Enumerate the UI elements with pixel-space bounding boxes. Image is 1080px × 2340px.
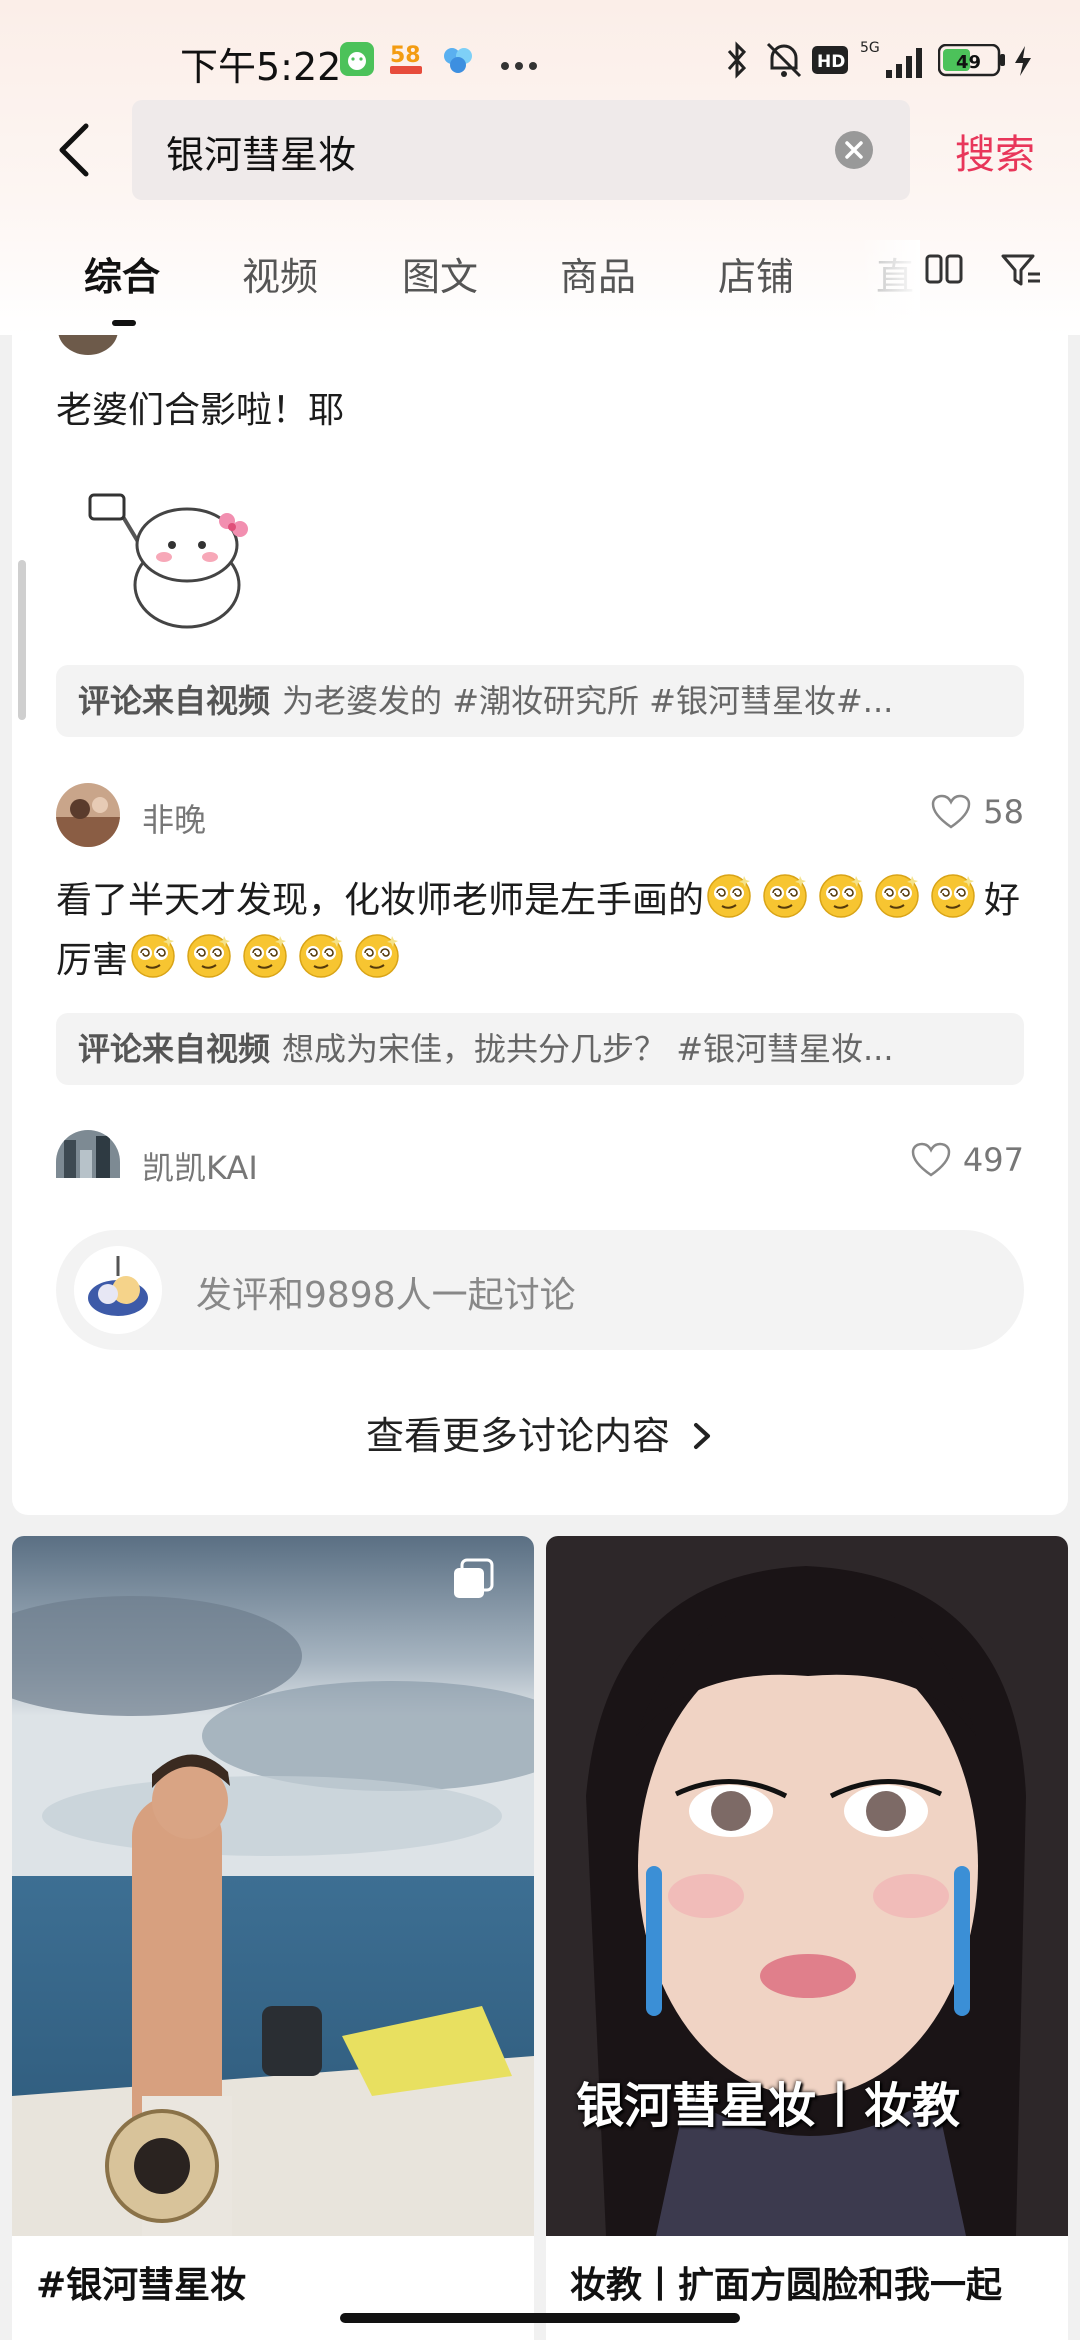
my-avatar xyxy=(74,1246,162,1334)
post-cover-image: 银河彗星妆丨妆教 xyxy=(546,1536,1068,2236)
tab-all[interactable]: 综合 xyxy=(84,246,160,301)
back-arrow-icon[interactable] xyxy=(50,118,100,182)
source-text: 想成为宋佳，拢共分几步？ #银河彗星妆... xyxy=(282,1030,894,1068)
comment-text: 看了半天才发现，化妆师老师是左手画的 好厉害 xyxy=(56,870,1036,990)
comment-username[interactable]: 非晚 xyxy=(142,795,206,841)
search-input[interactable]: 银河彗星妆 xyxy=(132,100,910,200)
network-label: 5G xyxy=(860,40,880,56)
dizzy-emoji-icon xyxy=(184,930,234,980)
hd-icon: HD xyxy=(812,46,848,78)
dizzy-emoji-icon xyxy=(128,930,178,980)
source-text: 为老婆发的 #潮妆研究所 #银河彗星妆#... xyxy=(282,682,894,720)
dizzy-emoji-icon xyxy=(240,930,290,980)
dizzy-emoji-icon xyxy=(352,930,402,980)
multi-image-icon xyxy=(452,1558,496,1606)
search-query: 银河彗星妆 xyxy=(166,133,357,177)
cover-overlay-text: 银河彗星妆丨妆教 xyxy=(576,2078,961,2134)
chevron-right-icon xyxy=(694,1423,711,1449)
dizzy-emoji-icon xyxy=(816,870,866,920)
comment-placeholder: 发评和9898人一起讨论 xyxy=(196,1275,576,1316)
heart-icon xyxy=(911,1142,951,1177)
discussion-card: 老婆们合影啦！耶 评论来自视频 为老婆发的 #潮妆研究所 #银河彗星妆#... 非… xyxy=(12,335,1068,1515)
home-indicator[interactable] xyxy=(340,2313,740,2323)
search-row: 银河彗星妆 搜索 xyxy=(0,100,1080,200)
feed-card[interactable]: 银河彗星妆丨妆教 妆教丨扩面方圆脸和我一起 xyxy=(546,1536,1068,2340)
tab-video[interactable]: 视频 xyxy=(242,246,318,301)
mute-icon xyxy=(764,40,804,84)
layout-toggle-icon[interactable] xyxy=(924,250,964,294)
source-label: 评论来自视频 xyxy=(78,682,271,720)
tab-products[interactable]: 商品 xyxy=(560,246,636,301)
svg-text:49: 49 xyxy=(956,52,981,73)
heart-icon xyxy=(932,794,971,829)
dizzy-emoji-icon xyxy=(296,930,346,980)
svg-text:HD: HD xyxy=(817,52,845,72)
cloud-app-icon xyxy=(440,44,476,80)
avatar[interactable] xyxy=(58,335,118,355)
active-tab-indicator xyxy=(112,320,136,326)
dizzy-emoji-icon xyxy=(928,870,978,920)
source-label: 评论来自视频 xyxy=(78,1030,271,1068)
status-bar: 下午5:22 58 HD 5G 49 xyxy=(0,28,1080,98)
tab-image-text[interactable]: 图文 xyxy=(402,246,478,301)
comment-text: 老婆们合影啦！耶 xyxy=(56,390,345,431)
battery-icon: 49 xyxy=(937,43,1006,82)
post-cover-image xyxy=(12,1536,534,2236)
feed-card[interactable]: #银河彗星妆 xyxy=(12,1536,534,2340)
post-title: 妆教丨扩面方圆脸和我一起 xyxy=(570,2265,1003,2306)
selfie-sticker[interactable] xyxy=(72,475,252,635)
tab-bar: 综合 视频 图文 商品 店铺 直 xyxy=(0,240,1080,330)
source-video-reference[interactable]: 评论来自视频 想成为宋佳，拢共分几步？ #银河彗星妆... xyxy=(56,1013,1024,1085)
like-count: 58 xyxy=(983,793,1024,831)
filter-icon[interactable] xyxy=(1000,250,1044,294)
comment-username[interactable]: 凯凯KAI xyxy=(142,1143,258,1189)
scrollbar[interactable] xyxy=(18,560,26,720)
58-app-icon: 58 xyxy=(388,40,426,82)
sticker-image xyxy=(88,493,248,629)
status-time: 下午5:22 xyxy=(180,45,342,89)
signal-icon: 5G xyxy=(860,38,930,86)
dizzy-emoji-icon xyxy=(760,870,810,920)
charging-icon xyxy=(1012,44,1034,82)
svg-text:58: 58 xyxy=(390,43,421,68)
post-title: #银河彗星妆 xyxy=(36,2265,247,2306)
more-dots-icon xyxy=(500,56,540,75)
search-button[interactable]: 搜索 xyxy=(955,122,1035,180)
like-button[interactable]: 497 xyxy=(911,1141,1024,1179)
tab-stores[interactable]: 店铺 xyxy=(718,246,794,301)
dizzy-emoji-icon xyxy=(872,870,922,920)
avatar[interactable] xyxy=(56,783,120,847)
like-button[interactable]: 58 xyxy=(931,793,1024,831)
bluetooth-icon xyxy=(724,40,750,84)
app-icon xyxy=(340,42,374,80)
comment-input[interactable]: 发评和9898人一起讨论 xyxy=(56,1230,1024,1350)
avatar[interactable] xyxy=(56,1130,120,1178)
like-count: 497 xyxy=(962,1141,1024,1179)
top-header: 下午5:22 58 HD 5G 49 银河彗星妆 搜索 综合 视频 图文 商品 … xyxy=(0,0,1080,335)
clear-icon[interactable] xyxy=(834,130,874,170)
view-more-discussion-link[interactable]: 查看更多讨论内容 xyxy=(12,1405,1068,1460)
source-video-reference[interactable]: 评论来自视频 为老婆发的 #潮妆研究所 #银河彗星妆#... xyxy=(56,665,1024,737)
dizzy-emoji-icon xyxy=(704,870,754,920)
